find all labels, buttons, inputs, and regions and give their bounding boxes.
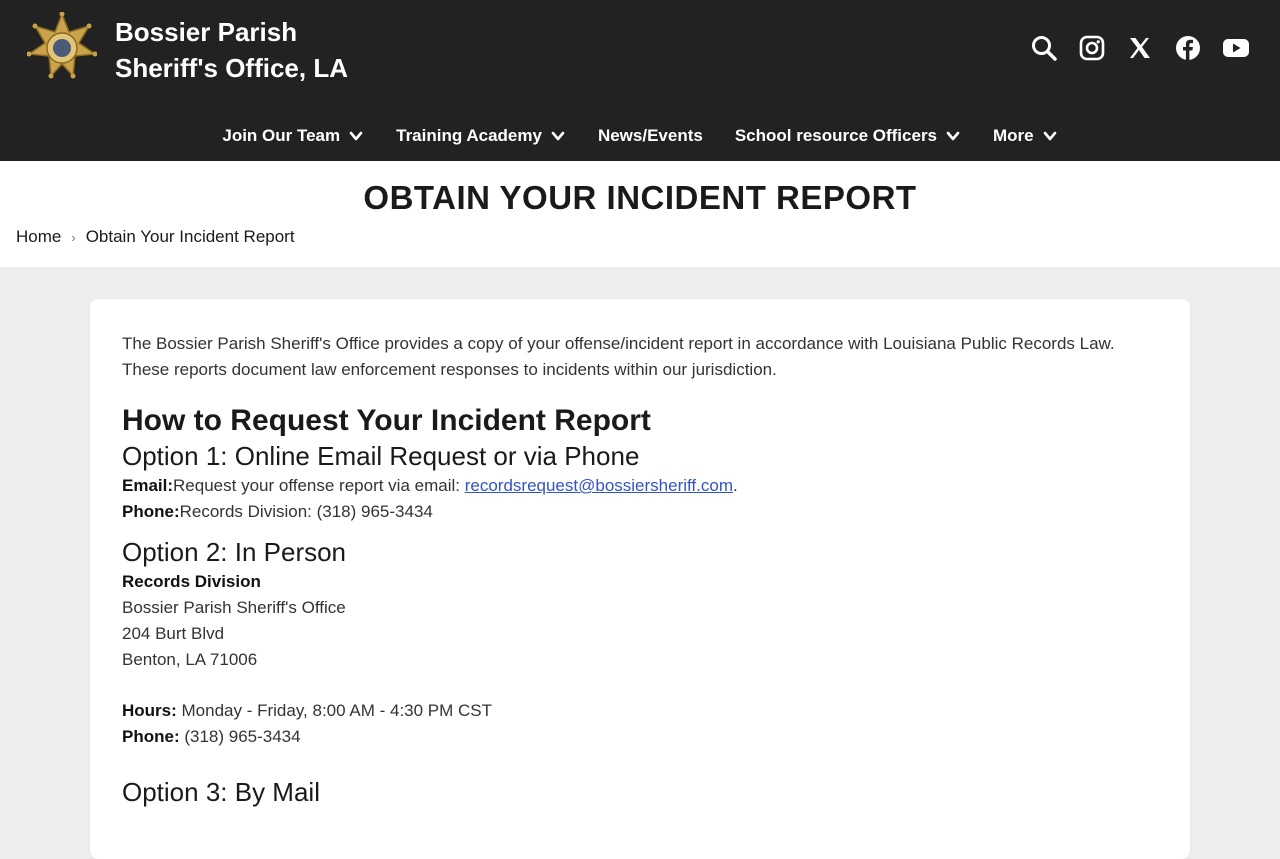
records-division-text: Records Division: [122, 572, 261, 591]
records-division-label: Records Division: [122, 569, 1152, 595]
site-title[interactable]: Bossier Parish Sheriff's Office, LA: [115, 14, 348, 86]
nav-sro-label: School resource Officers: [734, 126, 938, 145]
phone2-text: (318) 965-3434: [179, 727, 301, 746]
option3-heading: Option 3: By Mail: [122, 777, 320, 807]
chevron-down-icon: [946, 131, 960, 141]
page-title: OBTAIN YOUR INCIDENT REPORT: [363, 179, 917, 216]
chevron-down-icon: [1043, 131, 1056, 141]
email-text: Request your offense report via email:: [173, 476, 465, 495]
phone-line: Phone:Records Division: (318) 965-3434: [122, 499, 1152, 525]
chevron-down-icon: [551, 131, 565, 141]
page-header: OBTAIN YOUR INCIDENT REPORT Home › Obtai…: [0, 161, 1280, 267]
site-title-line2: Sheriff's Office, LA: [115, 53, 348, 83]
email-after: .: [733, 476, 738, 495]
instagram-icon[interactable]: [1078, 34, 1106, 62]
nav-school-resource-officers[interactable]: School resource Officers: [719, 118, 977, 154]
address-line1: Bossier Parish Sheriff's Office: [122, 598, 346, 617]
phone2-label: Phone:: [122, 727, 180, 746]
nav-more[interactable]: More: [977, 118, 1074, 154]
facebook-icon[interactable]: [1174, 34, 1202, 62]
youtube-icon[interactable]: [1222, 34, 1250, 62]
x-icon[interactable]: [1126, 34, 1154, 62]
site-header: Bossier Parish Sheriff's Office, LA Join…: [0, 0, 1280, 161]
how-to-request-heading: How to Request Your Incident Report: [122, 404, 651, 437]
option1-heading: Option 1: Online Email Request or via Ph…: [122, 441, 640, 471]
sheriff-badge-logo[interactable]: [26, 11, 98, 86]
nav-training-label: Training Academy: [396, 126, 542, 145]
phone-text: Records Division: (318) 965-3434: [179, 502, 433, 521]
nav-join-our-team[interactable]: Join Our Team: [206, 118, 380, 154]
breadcrumb-current: Obtain Your Incident Report: [85, 227, 295, 246]
email-label: Email:: [122, 476, 174, 495]
hours-text: Monday - Friday, 8:00 AM - 4:30 PM CST: [176, 701, 493, 720]
hours-line: Hours: Monday - Friday, 8:00 AM - 4:30 P…: [122, 698, 1152, 724]
breadcrumb: Home › Obtain Your Incident Report: [16, 227, 295, 247]
email-line: Email:Request your offense report via em…: [122, 473, 1152, 499]
content-card: The Bossier Parish Sheriff's Office prov…: [90, 299, 1190, 859]
hours-label: Hours:: [122, 701, 177, 720]
search-icon[interactable]: [1030, 34, 1058, 62]
option2-heading: Option 2: In Person: [122, 537, 347, 567]
nav-join-label: Join Our Team: [222, 126, 341, 145]
site-title-line1: Bossier Parish: [115, 17, 298, 47]
nav-more-label: More: [993, 126, 1034, 145]
address-line2: 204 Burt Blvd: [122, 624, 225, 643]
phone-label: Phone:: [122, 502, 180, 521]
main-navigation: Join Our Team Training Academy News/Even…: [0, 118, 1280, 154]
nav-training-academy[interactable]: Training Academy: [380, 118, 582, 154]
chevron-down-icon: [349, 131, 363, 141]
header-icons: [1030, 34, 1250, 62]
breadcrumb-home-link[interactable]: Home: [16, 227, 61, 247]
email-link[interactable]: recordsrequest@bossiersheriff.com: [465, 476, 733, 495]
phone2-line: Phone: (318) 965-3434: [122, 724, 1152, 750]
intro-paragraph: The Bossier Parish Sheriff's Office prov…: [122, 334, 1115, 379]
chevron-right-icon: ›: [71, 229, 76, 245]
content-body: The Bossier Parish Sheriff's Office prov…: [122, 331, 1152, 809]
nav-news-events[interactable]: News/Events: [582, 118, 719, 154]
nav-news-label: News/Events: [597, 126, 703, 145]
address-line3: Benton, LA 71006: [122, 650, 258, 669]
